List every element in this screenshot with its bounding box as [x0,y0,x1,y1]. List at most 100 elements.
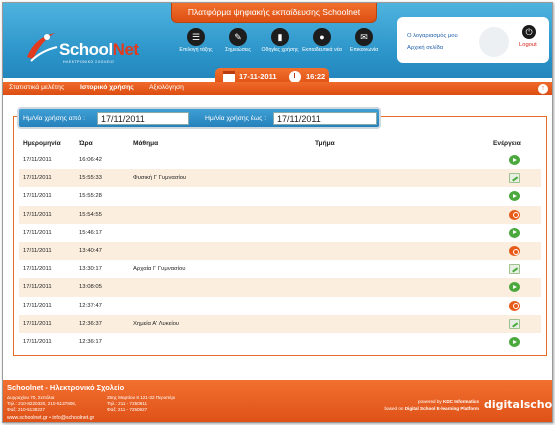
logo-text: SchoolNet [59,40,139,59]
powered-by-line: powered by KDC Informatics [417,399,479,404]
main-nav: ☰ Επιλογή τάξης ✎ Σημειώσεις ▮ Οδηγίες χ… [175,28,385,64]
cell-date: 17/11/2011 [23,175,52,182]
cell-date: 17/11/2011 [23,157,52,163]
to-date-input[interactable] [273,112,377,125]
book-icon: ▮ [271,28,289,46]
home-link[interactable]: Αρχική σελίδα [407,45,443,51]
current-time: 16:22 [306,72,326,81]
table-row: 17/11/2011 16:06:42 [19,151,541,169]
list-icon: ☰ [187,28,205,46]
column-header-lesson: Μάθημα [133,140,159,147]
table-row: 17/11/2011 15:55:33 Φυσική Γ Γυμνασίου [19,169,541,188]
column-header-date: Ημερομηνία [23,140,61,147]
cell-lesson: Χημεία Α' Λυκείου [133,320,180,327]
from-date-input[interactable] [97,112,189,125]
tab-evaluation[interactable]: Αξιολόγηση [149,84,184,91]
pencil-icon: ✎ [229,28,247,46]
chat-icon: ● [313,28,331,46]
avatar-watermark [479,27,509,57]
table-row: 17/11/2011 13:30:17 Αρχαία Γ Γυμνασίου [19,260,541,278]
logout-link[interactable]: Logout [519,42,537,48]
table-row: 17/11/2011 13:08:05 [19,278,541,297]
cell-date: 17/11/2011 [23,266,52,273]
cell-time: 13:08:05 [79,284,102,291]
column-header-time: Ώρα [79,140,93,147]
cell-date: 17/11/2011 [23,302,52,309]
header: Πλατφόρμα ψηφιακής εκπαίδευσης Schoolnet… [3,3,552,86]
schoolnet-logo[interactable]: SchoolNet ΗΛΕΚΤΡΟΝΙΚΟ ΣΧΟΛΕΙΟ [21,27,139,67]
edit-icon [509,318,520,329]
cell-time: 13:30:17 [79,266,102,273]
cell-time: 16:06:42 [79,157,102,163]
cell-time: 12:37:47 [79,302,102,309]
edit-icon [509,173,520,184]
cell-date: 17/11/2011 [23,320,52,327]
logo-subtitle: ΗΛΕΚΤΡΟΝΙΚΟ ΣΧΟΛΕΙΟ [63,60,115,64]
table-row: 17/11/2011 12:36:37 Χημεία Α' Λυκείου [19,314,541,333]
platform-link[interactable]: Digital School E-learning Platform [405,406,479,411]
based-on-line: based on Digital School E-learning Platf… [384,406,479,411]
phone-1: Τηλ.: 210-8220320, 210-5137806, [7,401,77,406]
login-icon [509,227,520,238]
login-icon [509,282,520,293]
cell-date: 17/11/2011 [23,211,52,218]
sub-navigation: Στατιστικά μελέτης Ιστορικό χρήσης Αξιολ… [3,82,552,95]
address-2: 25ης Μαρτίου 8 121-32 Περιστέρι [107,395,176,400]
fax-1: Φαξ: 210-5138227 [7,407,46,412]
account-panel: Ο λογαριασμός μου Αρχική σελίδα ⏻ Logout [397,17,549,63]
cell-date: 17/11/2011 [23,229,52,236]
phone-2: Τηλ.: 211 - 7250911 [107,401,148,406]
cell-lesson: Αρχαία Γ Γυμνασίου [133,266,186,273]
tab-usage-history[interactable]: Ιστορικό χρήσης [80,84,134,91]
swoosh-figure-icon [27,33,58,62]
logout-icon [509,300,520,311]
date-filter-bar: Ημ/νία χρήσης από : Ημ/νία χρήσης έως : [17,107,381,129]
cell-time: 12:36:17 [79,339,102,345]
column-header-section: Τμήμα [315,140,335,147]
nav-edu-news[interactable]: ● Εκπαιδευτικά νέα [301,28,343,54]
mail-icon: ✉ [355,28,373,46]
table-row: 17/11/2011 12:37:47 [19,297,541,315]
table-row: 17/11/2011 15:46:17 [19,224,541,242]
table-row: 17/11/2011 15:55:28 [19,187,541,205]
logout-icon [509,246,520,256]
column-header-action: Ενέργεια [493,140,521,147]
tab-study-stats[interactable]: Στατιστικά μελέτης [9,84,64,91]
nav-notes[interactable]: ✎ Σημειώσεις [217,28,259,54]
footer: Schoolnet - Ηλεκτρονικό Σχολείο Δυρραχίο… [3,380,552,422]
nav-user-guide[interactable]: ▮ Οδηγίες χρήσης [259,28,301,54]
cell-time: 13:40:47 [79,248,102,254]
cell-time: 15:55:33 [79,175,102,182]
fax-2: Φαξ: 211 - 7250927 [107,407,148,412]
table-header: Ημερομηνία Ώρα Μάθημα Τμήμα Ενέργεια [19,138,541,150]
cell-time: 15:55:28 [79,193,102,200]
app-frame: Πλατφόρμα ψηφιακής εκπαίδευσης Schoolnet… [2,2,553,423]
login-icon [509,337,520,347]
address-1: Δυρραχίου 70, Σεπόλια [7,395,55,400]
cell-time: 15:54:55 [79,211,102,218]
edit-icon [509,264,520,275]
digitalschool-logo[interactable]: digitalschool [484,398,552,411]
platform-title: Πλατφόρμα ψηφιακής εκπαίδευσης Schoolnet [171,3,377,23]
to-date-label: Ημ/νία χρήσης έως : [205,115,267,122]
cell-time: 15:46:17 [79,229,102,236]
cell-date: 17/11/2011 [23,193,52,200]
arrow-up-icon[interactable]: ↑ [538,84,548,94]
nav-contact[interactable]: ✉ Επικοινωνία [343,28,385,54]
table-row: 17/11/2011 12:36:17 [19,333,541,351]
cell-date: 17/11/2011 [23,339,52,345]
cell-date: 17/11/2011 [23,248,52,254]
power-icon[interactable]: ⏻ [522,25,536,39]
nav-select-class[interactable]: ☰ Επιλογή τάξης [175,28,217,54]
table-row: 17/11/2011 15:54:55 [19,205,541,224]
kdc-link[interactable]: KDC Informatics [443,399,479,404]
footer-links[interactable]: www.schoolnet.gr • info@schoolnet.gr [7,415,94,421]
current-date: 17-11-2011 [239,72,277,81]
login-icon [509,191,520,202]
from-date-label: Ημ/νία χρήσης από : [23,115,85,122]
footer-title: Schoolnet - Ηλεκτρονικό Σχολείο [7,383,125,392]
cell-time: 12:36:37 [79,320,102,327]
login-icon [509,155,520,165]
my-account-link[interactable]: Ο λογαριασμός μου [407,33,458,39]
logout-icon [509,209,520,220]
